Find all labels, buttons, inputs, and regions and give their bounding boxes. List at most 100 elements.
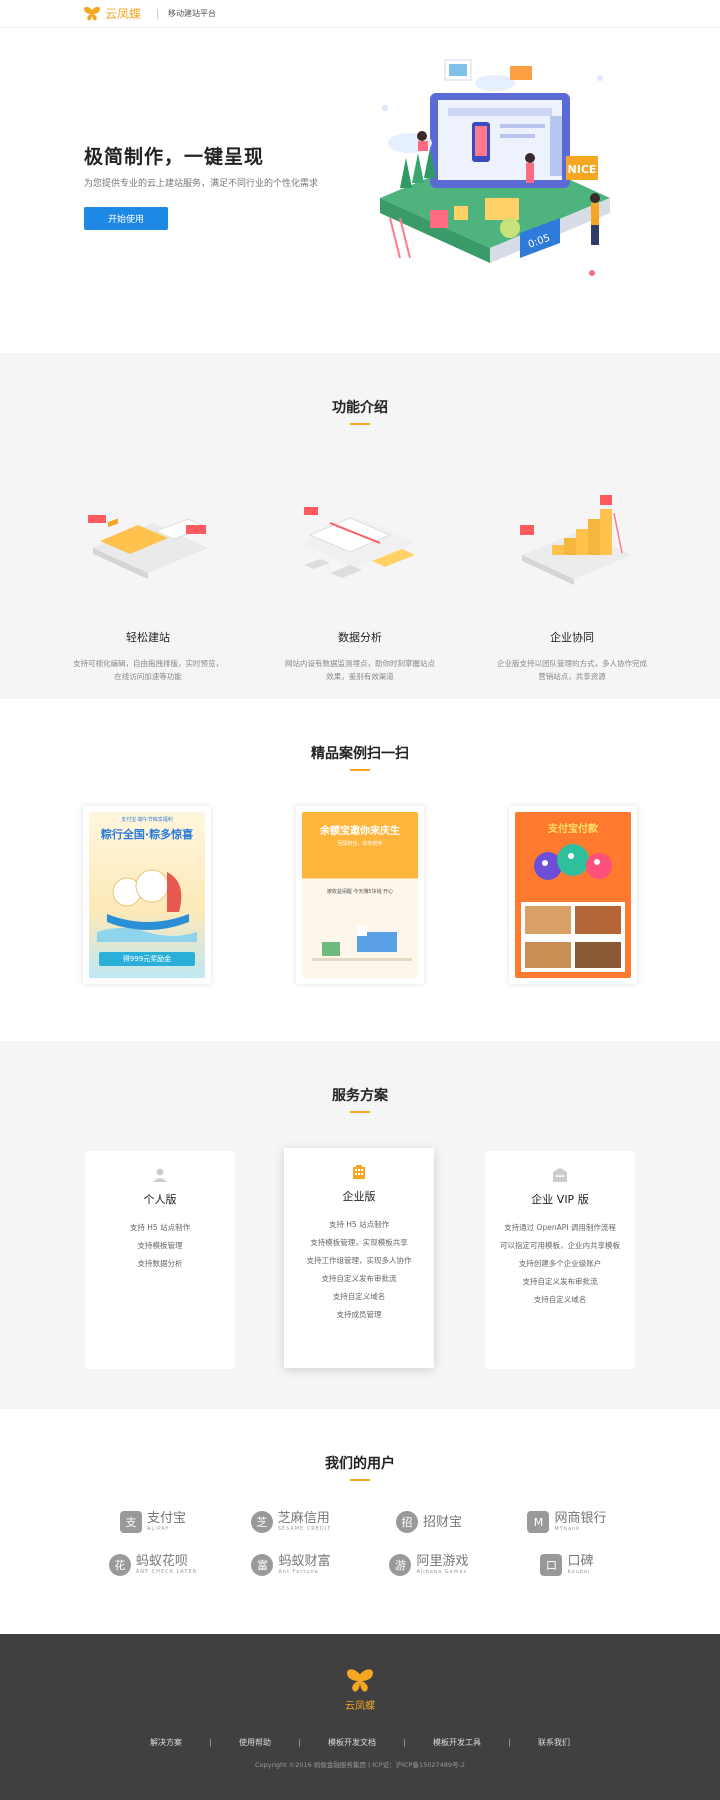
cases-title-underline (350, 769, 370, 771)
feature-title: 数据分析 (338, 631, 382, 644)
footer-link-template-tools[interactable]: 模板开发工具 (433, 1737, 481, 1748)
features-section: 功能介绍 轻松建站 支持可视化编辑，自由拖拽排版，实时预览，在线访问加速等功能 … (0, 353, 720, 699)
case-bottom-text: 被收益闹醒 今天赚5块钱 开心 (326, 889, 394, 895)
ant-fortune-icon: 富 (251, 1554, 274, 1576)
top-header: 云凤蝶 移动建站平台 (0, 0, 720, 28)
plan-feature: 支持数据分析 (137, 1259, 183, 1268)
plan-feature: 支持工作组管理，实现多人协作 (306, 1256, 412, 1265)
alibaba-games-logo: 游 阿里游戏 Alibaba Games (364, 1551, 494, 1579)
logo-name-en: Ant Fortune (278, 1569, 319, 1575)
huabei-icon: 花 (108, 1554, 131, 1576)
logo-name: 蚂蚁财富 (278, 1554, 331, 1569)
plan-card-enterprise[interactable]: 企业版 支持 H5 站点制作 支持模板管理，实现模板共享 支持工作组管理，实现多… (284, 1148, 434, 1368)
plan-feature: 支持自定义发布审批流 (522, 1277, 598, 1286)
feature-collaboration: 企业协同 企业版支持以团队管理的方式，多人协作完成营销站点，共享资源 (482, 493, 662, 683)
building-icon (353, 1165, 365, 1179)
mybank-icon: M (527, 1511, 550, 1533)
zhaocaibao-icon: 招 (395, 1511, 418, 1533)
plan-feature: 支持 H5 站点制作 (328, 1220, 390, 1229)
cases-title: 精品案例扫一扫 (311, 746, 409, 762)
zhaocaibao-logo: 招 招财宝 (364, 1508, 494, 1536)
plans-title: 服务方案 (332, 1088, 388, 1104)
logo-name-en: ALIPAY (146, 1526, 170, 1532)
feature-data-analysis: 数据分析 网站内设有数据监测埋点，助你时刻掌握站点效果，鉴别有效渠道 (270, 493, 450, 683)
footer-link-solutions[interactable]: 解决方案 (150, 1737, 182, 1748)
logo-name-en: ANT CHECK LATER (135, 1569, 198, 1575)
site-footer: 云凤蝶 解决方案 使用帮助 模板开发文档 模板开发工具 联系我们 Copyrig… (0, 1634, 720, 1800)
plan-feature: 支持模板管理，实现模板共享 (310, 1238, 408, 1247)
building-vip-icon (553, 1168, 567, 1182)
case-poster: 余额宝邀你来庆生 回馈粉丝，有你陪伴 被收益闹醒 今天赚5块钱 开心 (302, 812, 418, 978)
plan-name: 个人版 (143, 1193, 177, 1206)
dragon-boat-illustration (97, 869, 197, 942)
bedroom-illustration (312, 926, 412, 961)
alipay-icon: 支 (119, 1511, 142, 1533)
plan-feature: 支持创建多个企业级账户 (518, 1259, 602, 1268)
case-top-text: 支付宝·端午节粽享福利 (121, 817, 173, 823)
plan-card-enterprise-vip[interactable]: 企业 VIP 版 支持通过 OpenAPI 调用制作流程 可以指定可用模板，企业… (485, 1151, 635, 1369)
footer-links: 解决方案 使用帮助 模板开发文档 模板开发工具 联系我们 (0, 1737, 720, 1748)
hero-title: 极简制作，一键呈现 (84, 146, 265, 168)
plan-feature: 支持成员管理 (336, 1310, 382, 1319)
logo-name-en: Koubei (567, 1569, 591, 1575)
plan-name: 企业 VIP 版 (531, 1193, 589, 1206)
feature-title: 轻松建站 (126, 631, 170, 644)
footer-link-help[interactable]: 使用帮助 (239, 1737, 271, 1748)
logo-name: 招财宝 (422, 1514, 462, 1530)
users-title-underline (350, 1479, 370, 1481)
plans-title-underline (350, 1111, 370, 1113)
footer-separator (404, 1738, 405, 1747)
footer-link-template-docs[interactable]: 模板开发文档 (328, 1737, 376, 1748)
footer-separator (210, 1738, 211, 1747)
footer-copyright: Copyright ©2016 蚂蚁金融服务集团 | ICP证：沪ICP备150… (254, 1761, 466, 1769)
sesame-icon: 芝 (250, 1511, 273, 1533)
plan-feature: 可以指定可用模板，企业内共享模板 (500, 1241, 620, 1250)
plan-features: 支持 H5 站点制作 支持模板管理 支持数据分析 (85, 1219, 235, 1273)
start-button[interactable]: 开始使用 (84, 207, 168, 230)
cases-section: 精品案例扫一扫 支付宝·端午节粽享福利 粽行全国·粽多惊喜 得999元奖励金 余… (0, 699, 720, 1041)
case-banner: 得999元奖励金 (99, 952, 195, 966)
hero-description: 为您提供专业的云上建站服务，满足不同行业的个性化需求 (84, 179, 319, 189)
case-card-dragon-boat[interactable]: 支付宝·端午节粽享福利 粽行全国·粽多惊喜 得999元奖励金 (83, 806, 211, 984)
logo-name-en: MYbank (554, 1526, 581, 1532)
header-divider (157, 9, 158, 19)
logo-name: 支付宝 (146, 1511, 186, 1526)
footer-link-contact[interactable]: 联系我们 (538, 1737, 570, 1748)
plan-features: 支持通过 OpenAPI 调用制作流程 可以指定可用模板，企业内共享模板 支持创… (485, 1219, 635, 1309)
plan-card-personal[interactable]: 个人版 支持 H5 站点制作 支持模板管理 支持数据分析 (85, 1151, 235, 1369)
brand-name: 云凤蝶 (105, 7, 142, 21)
monsters-illustration (534, 844, 612, 880)
feature-description: 网站内设有数据监测埋点，助你时刻掌握站点效果，鉴别有效渠道 (285, 659, 435, 681)
case-card-yuebao[interactable]: 余额宝邀你来庆生 回馈粉丝，有你陪伴 被收益闹醒 今天赚5块钱 开心 (296, 806, 424, 984)
feature-description: 支持可视化编辑，自由拖拽排版，实时预览，在线访问加速等功能 (73, 659, 223, 681)
plan-feature: 支持自定义发布审批流 (321, 1274, 397, 1283)
food-list (521, 902, 625, 972)
users-section: 我们的用户 支 支付宝 ALIPAY 芝 芝麻信用 SESAME CREDIT 招 … (0, 1409, 720, 1634)
plans-section: 服务方案 个人版 支持 H5 站点制作 支持模板管理 支持数据分析 企业版 支持… (0, 1041, 720, 1409)
koubei-logo: 口 口碑 Koubei (502, 1551, 632, 1579)
plan-features: 支持 H5 站点制作 支持模板管理，实现模板共享 支持工作组管理，实现多人协作 … (284, 1216, 434, 1324)
case-poster: 支付宝·端午节粽享福利 粽行全国·粽多惊喜 得999元奖励金 (89, 812, 205, 978)
footer-brand: 云凤蝶 (345, 1701, 375, 1712)
case-card-alipay-pay[interactable]: 支付宝付款 (509, 806, 637, 984)
case-top-text: 回馈粉丝，有你陪伴 (337, 841, 383, 847)
hero-section: 极简制作，一键呈现 为您提供专业的云上建站服务，满足不同行业的个性化需求 开始使… (0, 28, 720, 353)
feature-description: 企业版支持以团队管理的方式，多人协作完成营销站点，共享资源 (497, 659, 647, 681)
plan-name: 企业版 (342, 1190, 376, 1203)
logo-name-en: SESAME CREDIT (277, 1526, 332, 1532)
feature-easy-build: 轻松建站 支持可视化编辑，自由拖拽排版，实时预览，在线访问加速等功能 (58, 493, 238, 683)
logo-name: 芝麻信用 (277, 1511, 330, 1526)
koubei-icon: 口 (540, 1554, 563, 1576)
features-title-underline (350, 423, 370, 425)
hero-illustration: NICE 0:05 (380, 59, 610, 276)
nice-sign: NICE (568, 163, 597, 176)
butterfly-logo-icon (84, 6, 100, 21)
plan-feature: 支持自定义域名 (533, 1295, 587, 1304)
plan-feature: 支持模板管理 (137, 1241, 183, 1250)
collaboration-illustration (520, 495, 632, 585)
user-icon (153, 1168, 167, 1182)
footer-separator (509, 1738, 510, 1747)
plan-feature: 支持 H5 站点制作 (129, 1223, 191, 1232)
plan-feature: 支持通过 OpenAPI 调用制作流程 (504, 1223, 616, 1232)
brand-logo[interactable]: 云凤蝶 (83, 5, 141, 22)
